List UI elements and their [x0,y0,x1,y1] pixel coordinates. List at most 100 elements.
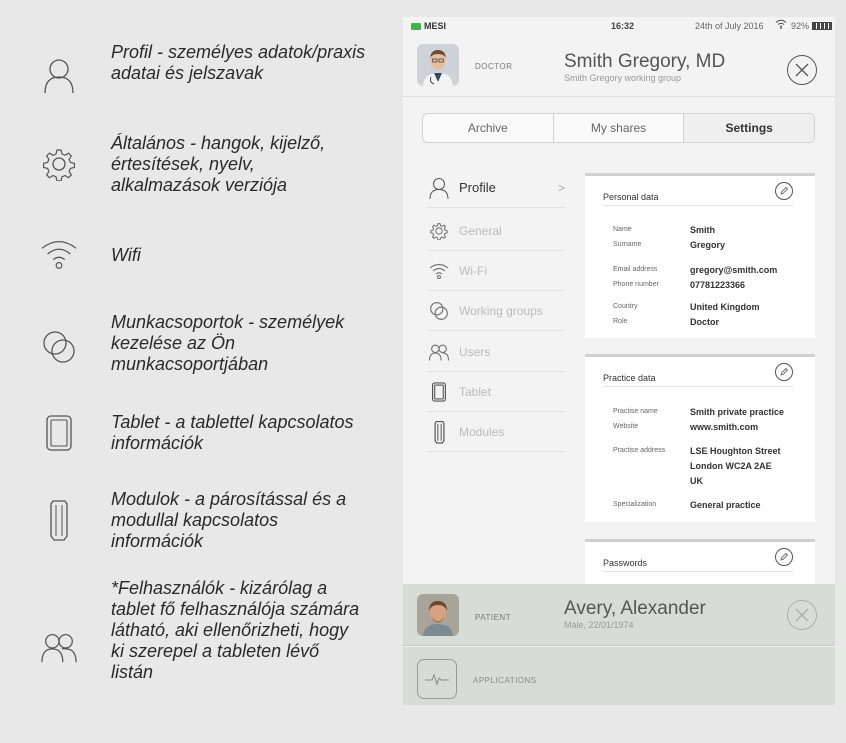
legend-item-tablet: Tablet - a tablettel kapcsolatos informá… [0,410,380,460]
module-icon [40,500,78,541]
field-value: Smith private practice [690,407,785,417]
tab-my-shares[interactable]: My shares [554,114,685,142]
tablet-screen: MESI 16:32 24th of July 2016 92% DOCTOR … [403,17,835,705]
field-label: Country [613,303,638,310]
field-value: General practice [690,500,761,510]
close-patient-button[interactable] [787,600,817,630]
field-label: Website [613,423,639,430]
doctor-role-label: DOCTOR [475,62,513,71]
field-value: gregory@smith.com [690,265,778,275]
sidebar-item-wifi[interactable]: Wi-Fi [427,251,565,291]
patient-header[interactable]: PATIENT Avery, Alexander Male, 22/01/197… [403,584,835,646]
field-value: United Kingdom [690,302,760,312]
brand-logo: MESI [411,21,446,31]
sidebar-item-label: Wi-Fi [459,263,487,278]
sidebar-item-label: Profile [459,180,496,195]
sidebar-item-modules[interactable]: Modules [427,412,565,452]
legend-text: Modulok - a párosítással és a modullal k… [111,489,347,551]
status-bar: MESI 16:32 24th of July 2016 92% [403,17,835,35]
battery-indicator: 92% [791,21,833,31]
doctor-avatar [417,44,459,86]
user-outline-icon [427,176,451,200]
battery-icon [812,22,833,30]
card-title: Passwords [603,558,648,568]
field-label: Email address [613,266,658,273]
sidebar-item-general[interactable]: General [427,211,565,251]
legend-text: Wifi [111,245,141,265]
tab-settings[interactable]: Settings [684,114,814,142]
field-value: London WC2A 2AE [690,461,772,471]
field-value: LSE Houghton Street [690,446,781,456]
wifi-icon [40,235,78,273]
close-icon [795,608,809,622]
module-icon [427,420,451,444]
doctor-name: Smith Gregory, MD [564,51,726,72]
legend-item-profile: Profil - személyes adatok/praxis adatai … [0,40,380,112]
close-button[interactable] [787,55,817,85]
tab-archive[interactable]: Archive [423,114,554,142]
field-value: Smith [690,225,716,235]
field-value: Gregory [690,240,726,250]
legend-item-users: *Felhasználók - kizárólag a tablet fő fe… [0,578,380,728]
edit-button[interactable] [775,182,793,200]
card-header: Practice data [603,363,793,387]
field-label: Practise address [613,447,666,454]
legend-item-wifi: Wifi [0,235,380,275]
edit-button[interactable] [775,548,793,566]
legend-text: Általános - hangok, kijelző, értesítések… [111,133,326,195]
patient-role-label: PATIENT [475,613,512,622]
pencil-icon [780,552,789,561]
battery-percent: 92% [791,21,810,31]
sidebar-item-profile[interactable]: Profile > [427,168,565,208]
card-header: Passwords [603,548,793,572]
gear-icon [427,219,451,243]
status-time: 16:32 [611,21,635,31]
working-groups-icon [427,299,451,323]
sidebar-item-label: Tablet [459,384,492,399]
legend-text: Munkacsoportok - személyek kezelése az Ö… [111,312,345,374]
legend-text: Profil - személyes adatok/praxis adatai … [111,42,366,83]
applications-row[interactable]: APPLICATIONS [403,647,835,705]
heartbeat-icon [417,659,457,699]
tablet-icon [40,414,78,452]
sidebar-item-users[interactable]: Users [427,332,565,372]
field-label: Name [613,226,632,233]
field-value: UK [690,476,703,486]
sidebar-item-label: Modules [459,424,505,439]
patient-name: Avery, Alexander [564,598,706,619]
edit-button[interactable] [775,363,793,381]
users-icon [427,340,451,364]
sidebar-item-working-groups[interactable]: Working groups [427,291,565,331]
field-label: Phone number [613,281,659,288]
legend-item-general: Általános - hangok, kijelző, értesítések… [0,133,380,201]
close-icon [795,63,809,77]
tablet-icon [427,380,451,404]
gear-icon [40,145,78,183]
patient-avatar [417,594,459,636]
wifi-icon [775,19,787,31]
field-value: Doctor [690,317,719,327]
wifi-icon [427,259,451,283]
practice-data-card: Practice data Practise name Smith privat… [585,354,815,522]
working-groups-icon [40,328,78,366]
field-label: Specialization [613,501,657,508]
sidebar-item-label: Working groups [459,303,543,318]
legend-item-working-groups: Munkacsoportok - személyek kezelése az Ö… [0,310,380,382]
card-header: Personal data [603,182,793,206]
chevron-right-icon: > [557,180,565,195]
users-icon [40,628,78,666]
patient-info: Male, 22/01/1974 [564,620,634,630]
user-outline-icon [40,56,78,94]
sidebar-item-label: Users [459,344,491,359]
card-title: Practice data [603,373,656,383]
main-tabs: Archive My shares Settings [422,113,815,143]
field-value: www.smith.com [690,422,759,432]
sidebar-item-tablet[interactable]: Tablet [427,372,565,412]
passwords-card: Passwords [585,539,815,584]
legend-item-modules: Modulok - a párosítással és a modullal k… [0,487,380,559]
field-value: 07781223366 [690,280,746,290]
applications-label: APPLICATIONS [473,676,537,685]
pencil-icon [780,367,789,376]
card-title: Personal data [603,192,659,202]
legend-text: Tablet - a tablettel kapcsolatos informá… [111,412,354,453]
